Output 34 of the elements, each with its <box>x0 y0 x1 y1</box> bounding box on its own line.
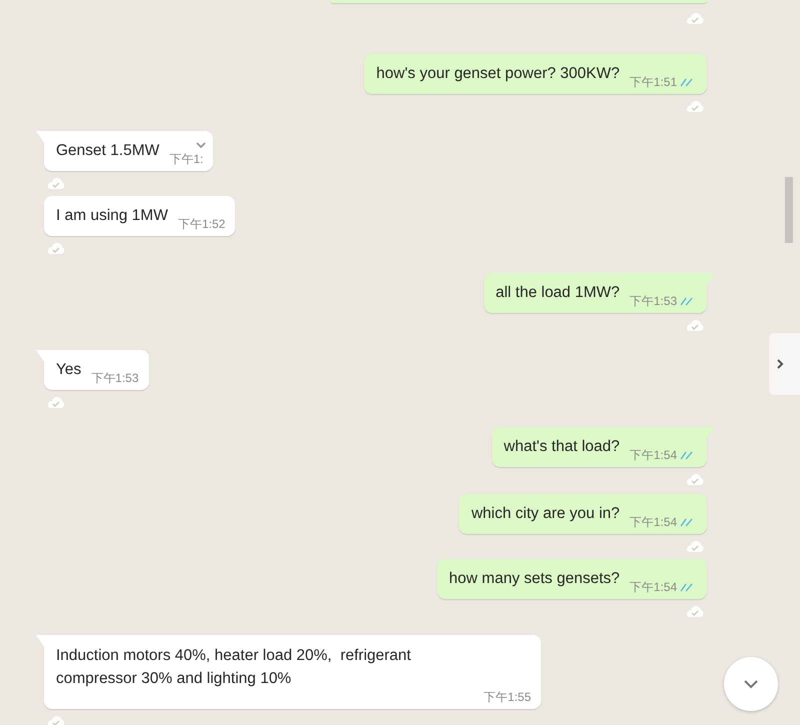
message-time: 下午1:55 <box>484 690 531 704</box>
message-time: 下午1:52 <box>178 217 226 231</box>
cloud-check-icon[interactable] <box>47 177 65 190</box>
cloud-check-icon[interactable] <box>686 100 704 113</box>
message-time: 下午1:53 <box>630 294 677 308</box>
chevron-right-icon <box>775 358 785 370</box>
message-text: Genset 1.5MW <box>56 141 160 161</box>
cloud-check-icon[interactable] <box>47 715 65 725</box>
message-text: how many sets gensets? <box>449 569 620 589</box>
cloud-check-icon[interactable] <box>686 12 704 25</box>
cloud-check-icon[interactable] <box>686 540 704 553</box>
message-text: Yes <box>56 360 82 380</box>
cloud-check-icon[interactable] <box>686 473 704 486</box>
message-time: 下午1:51 <box>630 75 677 89</box>
cloud-check-icon[interactable] <box>686 605 704 618</box>
message-time: 下午1:53 <box>91 371 139 385</box>
message-text: how's your genset power? 300KW? <box>376 64 620 84</box>
message-text: Induction motors 40%, heater load 20%, refrigerant compressor 30% and lighting 10% <box>56 646 412 689</box>
menu-chevron-icon[interactable] <box>195 140 208 150</box>
chevron-down-icon <box>742 678 760 690</box>
cloud-check-icon[interactable] <box>47 242 65 255</box>
message-time: 下午1:54 <box>630 448 677 462</box>
cloud-check-icon[interactable] <box>47 396 65 409</box>
cloud-check-icon[interactable] <box>686 319 704 332</box>
message-time: 下午1:54 <box>630 515 677 529</box>
message-text: I am using 1MW <box>56 206 168 226</box>
message-text: all the load 1MW? <box>496 283 620 303</box>
message-text: what's that load? <box>504 437 620 457</box>
message-time: 下午1:54 <box>630 580 677 594</box>
message-text: which city are you in? <box>471 504 620 524</box>
scrollbar[interactable] <box>785 177 793 243</box>
side-panel-toggle[interactable] <box>769 333 800 395</box>
scroll-down-button[interactable] <box>724 657 778 711</box>
message-time: 下午1: <box>169 152 204 166</box>
